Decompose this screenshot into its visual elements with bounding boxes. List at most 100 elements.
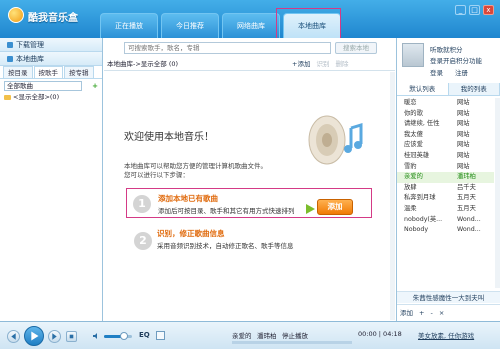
playlist-row[interactable]: 应该爱 网站 bbox=[397, 140, 494, 151]
login-link[interactable]: 登录 bbox=[430, 67, 443, 77]
playlist-row[interactable]: 暖恋 网站 bbox=[397, 98, 494, 109]
step-number-2: 2 bbox=[134, 232, 152, 250]
playlist-song: 你的歌 bbox=[404, 109, 423, 117]
volume-knob[interactable] bbox=[119, 332, 128, 340]
playlist: 暖恋 网站 你的歌 网站 请继续, 任性 网站 我太傻 网站 应该爱 网站 桂冠英雄 网站 雪豹 网站 亲爱… bbox=[397, 98, 494, 236]
app-logo-icon bbox=[8, 7, 24, 23]
tab-online-library[interactable]: 网络曲库 bbox=[222, 13, 280, 38]
promo-link[interactable]: 美女放素, 任你游戏 bbox=[418, 330, 474, 340]
playlist-song: 亲爱的 bbox=[404, 173, 423, 181]
footer-minus-button[interactable]: - bbox=[430, 305, 432, 320]
search-input[interactable] bbox=[124, 42, 331, 54]
left-panel: 下载管理 本地曲库 按目录 按歌手 按专辑 全部歌曲 + <显示全部>(0) bbox=[0, 38, 103, 321]
download-icon bbox=[7, 41, 13, 48]
right-panel: 听歌就积分 登录开启积分功能 登录 注册 默认列表 我的列表 暖恋 网站 你的歌 网站… bbox=[396, 38, 500, 321]
eq-button[interactable]: EQ bbox=[139, 331, 150, 339]
add-songs-button[interactable]: 添加 bbox=[317, 199, 353, 215]
playlist-artist: 网站 bbox=[457, 162, 470, 170]
footer-add-button[interactable]: 添加 bbox=[400, 305, 413, 320]
playlist-scrollbar[interactable] bbox=[495, 98, 500, 288]
welcome-title: 欢迎使用本地音乐！ bbox=[124, 132, 214, 143]
tree-item-label: <显示全部>(0) bbox=[13, 93, 60, 101]
playlist-artist: Wond... bbox=[457, 226, 481, 234]
progress-bar[interactable] bbox=[232, 341, 352, 344]
playlist-row[interactable]: 桂冠英雄 网站 bbox=[397, 151, 494, 162]
playlist-artist: 五月天 bbox=[457, 194, 476, 202]
playlist-song: 放肆 bbox=[404, 183, 417, 191]
previous-button[interactable] bbox=[7, 330, 20, 343]
news-ticker[interactable]: 朱茜性感魔性一大到夫叫 bbox=[397, 291, 500, 303]
volume-icon[interactable] bbox=[92, 332, 100, 340]
toolbar: 本地曲库->显示全部 (0) +添加 识别 删除 bbox=[104, 58, 395, 71]
refresh-icon[interactable]: + bbox=[92, 80, 98, 92]
now-playing-artist: 潘玮柏 bbox=[257, 332, 277, 340]
footer-plus-button[interactable]: + bbox=[419, 305, 424, 320]
playlist-toggle-icon[interactable] bbox=[156, 331, 165, 340]
subtab-by-artist[interactable]: 按歌手 bbox=[33, 66, 63, 78]
identify-button[interactable]: 识别 bbox=[316, 58, 329, 70]
player-bar: EQ 亲爱的 潘玮柏 停止播放 00:00 | 04:18 美女放素, 任你游戏 bbox=[0, 321, 500, 349]
speaker-icon bbox=[308, 115, 363, 165]
step-number-1: 1 bbox=[133, 195, 151, 213]
main-content: 搜索本地 本地曲库->显示全部 (0) +添加 识别 删除 欢迎使用本地音乐！ … bbox=[104, 38, 395, 321]
previous-icon bbox=[11, 333, 16, 340]
footer-clear-button[interactable]: × bbox=[439, 305, 444, 320]
playlist-row[interactable]: 放肆 吕千夫 bbox=[397, 183, 494, 194]
delete-button[interactable]: 删除 bbox=[335, 58, 348, 70]
playlist-artist: 潘玮柏 bbox=[457, 173, 476, 181]
avatar[interactable] bbox=[402, 43, 424, 67]
stop-button[interactable] bbox=[66, 331, 77, 342]
playlist-row[interactable]: 雪豹 网站 bbox=[397, 162, 494, 173]
tab-default-list[interactable]: 默认列表 bbox=[397, 83, 449, 95]
step-add-local-songs: 1 添加本地已有歌曲 添加后可按目录、歌手和其它有用方式快速排列 添加 bbox=[126, 188, 372, 218]
title-bar: 酷我音乐盒 正在播放 今日推荐 网络曲库 本地曲库 _ □ x bbox=[0, 0, 500, 38]
playlist-artist: Wond... bbox=[457, 215, 481, 223]
tab-recommend[interactable]: 今日推荐 bbox=[161, 13, 219, 38]
playlist-footer: 添加 + - × bbox=[397, 304, 500, 320]
playlist-row[interactable]: 温柔 五月天 bbox=[397, 204, 494, 215]
next-button[interactable] bbox=[48, 330, 61, 343]
intro-text-2: 您可以进行以下步骤： bbox=[124, 171, 189, 179]
playlist-row[interactable]: 请继续, 任性 网站 bbox=[397, 119, 494, 130]
subtab-by-album[interactable]: 按专辑 bbox=[64, 66, 94, 78]
tree-item-show-all[interactable]: <显示全部>(0) bbox=[0, 92, 102, 103]
volume-slider[interactable] bbox=[104, 332, 132, 340]
close-button[interactable]: x bbox=[483, 5, 494, 15]
time-display: 00:00 | 04:18 bbox=[358, 330, 402, 338]
local-library-label: 本地曲库 bbox=[16, 54, 44, 63]
playlist-song: 温柔 bbox=[404, 204, 417, 212]
subtab-by-directory[interactable]: 按目录 bbox=[3, 66, 33, 78]
download-manager-item[interactable]: 下载管理 bbox=[0, 38, 102, 52]
playlist-artist: 网站 bbox=[457, 99, 470, 106]
playlist-artist: 网站 bbox=[457, 141, 470, 149]
song-filter-select[interactable]: 全部歌曲 bbox=[4, 80, 82, 91]
playlist-row[interactable]: 你的歌 网站 bbox=[397, 109, 494, 120]
filter-row: 全部歌曲 + bbox=[0, 79, 102, 92]
breadcrumb: 本地曲库->显示全部 (0) bbox=[107, 60, 179, 68]
minimize-button[interactable]: _ bbox=[455, 5, 466, 15]
play-button[interactable] bbox=[24, 326, 44, 346]
step1-title: 添加本地已有歌曲 bbox=[158, 194, 218, 203]
local-library-item[interactable]: 本地曲库 bbox=[0, 52, 102, 66]
playlist-song: 应该爱 bbox=[404, 141, 423, 149]
playlist-artist: 网站 bbox=[457, 109, 470, 117]
scrollbar[interactable] bbox=[390, 72, 395, 320]
register-link[interactable]: 注册 bbox=[455, 67, 468, 77]
playlist-row[interactable]: nobody(英... Wond... bbox=[397, 215, 494, 226]
maximize-button[interactable]: □ bbox=[469, 5, 480, 15]
playlist-row[interactable]: 私奔到月球 五月天 bbox=[397, 193, 494, 204]
playlist-song: 桂冠英雄 bbox=[404, 151, 430, 159]
folder-icon bbox=[4, 95, 11, 100]
playlist-song: 雪豹 bbox=[404, 162, 417, 170]
playlist-tabs: 默认列表 我的列表 bbox=[397, 83, 500, 96]
add-button[interactable]: +添加 bbox=[292, 58, 310, 70]
playlist-row[interactable]: 亲爱的 潘玮柏 bbox=[397, 172, 494, 183]
playlist-row[interactable]: 我太傻 网站 bbox=[397, 130, 494, 141]
playlist-row[interactable]: Nobody Wond... bbox=[397, 225, 494, 236]
tab-now-playing[interactable]: 正在播放 bbox=[100, 13, 158, 38]
search-local-button[interactable]: 搜索本地 bbox=[335, 42, 377, 54]
step2-title[interactable]: 识别，修正歌曲信息 bbox=[157, 228, 225, 239]
tab-my-list[interactable]: 我的列表 bbox=[448, 83, 500, 95]
playlist-artist: 五月天 bbox=[457, 204, 476, 212]
arrow-right-icon bbox=[306, 204, 315, 214]
